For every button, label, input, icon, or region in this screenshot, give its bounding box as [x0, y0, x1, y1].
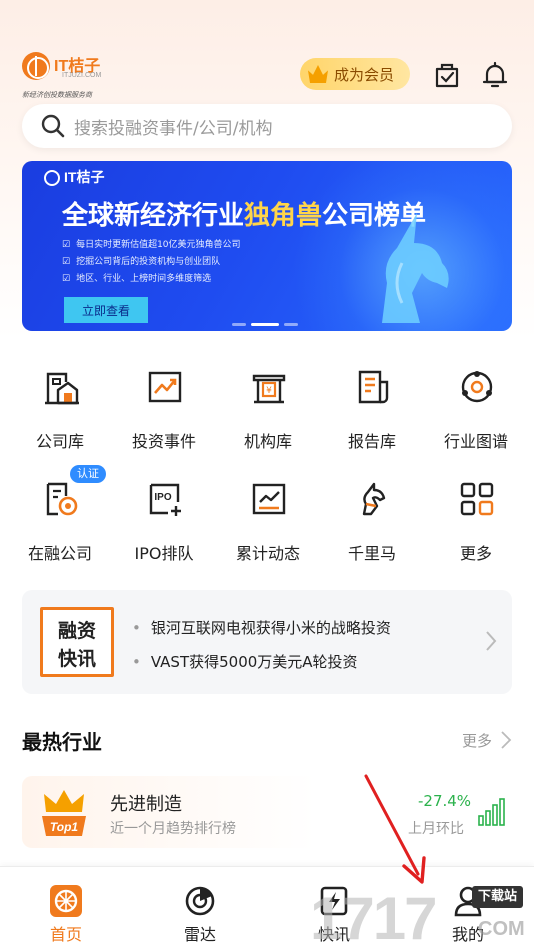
- institution-icon: ¥: [252, 374, 286, 404]
- logo-subtext: ITJUZI.COM: [62, 72, 102, 79]
- chevron-right-icon: [486, 631, 497, 651]
- financing-company-icon: [46, 482, 78, 516]
- grid-label: 千里马: [347, 544, 396, 563]
- orange-logo-icon: [22, 52, 50, 80]
- banner-feature-list: 每日实时更新估值超10亿美元独角兽公司 挖掘公司背后的投资机构与创业团队 地区、…: [62, 237, 241, 288]
- view-now-button[interactable]: 立即查看: [64, 297, 148, 323]
- top1-crown-icon: Top1: [42, 790, 86, 836]
- watermark-badge: 下载站: [472, 886, 524, 908]
- grid-label: IPO排队: [134, 544, 194, 563]
- radar-icon: [185, 886, 215, 916]
- carousel-indicator: [232, 323, 298, 326]
- grid-label: 更多: [459, 544, 492, 563]
- investment-chart-icon: [148, 371, 182, 403]
- news-item[interactable]: VAST获得5000万美元A轮投资: [132, 651, 358, 672]
- svg-text:IPO: IPO: [154, 492, 171, 503]
- news-tag-line: 融资: [57, 620, 96, 642]
- banner-logo: IT桔子: [44, 167, 154, 189]
- carousel-dot-active[interactable]: [251, 323, 279, 326]
- trend-icon: [252, 483, 286, 515]
- red-arrow-annotation: [364, 774, 426, 884]
- tab-label: 首页: [49, 925, 82, 944]
- watermark-number: 1717: [310, 885, 437, 950]
- grid-label: 报告库: [347, 432, 396, 451]
- section-title: 最热行业: [22, 730, 102, 754]
- industry-name: 先进制造: [110, 794, 182, 815]
- grid-label: 在融公司: [27, 544, 92, 563]
- industry-map-icon: [461, 371, 493, 403]
- grid-item-more[interactable]: 更多: [424, 470, 528, 570]
- grid-label: 机构库: [243, 432, 292, 451]
- grid-label: 累计动态: [235, 544, 300, 563]
- grid-item-dark-horse[interactable]: 千里马: [320, 470, 424, 570]
- banner-feature: 每日实时更新估值超10亿美元独角兽公司: [62, 237, 240, 254]
- financing-news-card[interactable]: 融资 快讯 银河互联网电视获得小米的战略投资 VAST获得5000万美元A轮投资: [22, 590, 512, 694]
- app-logo: IT桔子 ITJUZI.COM 新经济创投数据服务商: [22, 50, 112, 102]
- site-watermark: 1717 下载站 COM: [310, 880, 534, 950]
- financing-news-tag: 融资 快讯: [40, 607, 114, 677]
- search-placeholder: 搜索投融资事件/公司/机构: [74, 118, 273, 139]
- tab-radar[interactable]: 雷达: [150, 867, 250, 950]
- banner-feature: 地区、行业、上榜时间多维度筛选: [62, 271, 241, 288]
- grid-label: 行业图谱: [443, 432, 508, 451]
- rank-label: Top1: [50, 820, 79, 834]
- grid-item-institution-library[interactable]: ¥ 机构库: [216, 358, 320, 458]
- carousel-dot[interactable]: [284, 323, 298, 326]
- grid-item-cumulative-trends[interactable]: 累计动态: [216, 470, 320, 570]
- news-item[interactable]: 银河互联网电视获得小米的战略投资: [132, 617, 391, 638]
- app-header: IT桔子 ITJUZI.COM 新经济创投数据服务商 成为会员: [0, 40, 534, 100]
- banner-feature: 挖掘公司背后的投资机构与创业团队: [62, 254, 241, 271]
- unicorn-icon: [382, 213, 449, 323]
- tab-home[interactable]: 首页: [16, 867, 116, 950]
- search-bar[interactable]: 搜索投融资事件/公司/机构: [22, 104, 512, 148]
- chevron-right-icon[interactable]: [500, 730, 512, 750]
- grid-item-ipo-queue[interactable]: IPO IPO排队: [112, 470, 216, 570]
- report-icon: [358, 370, 389, 404]
- company-library-icon: [45, 372, 79, 405]
- become-member-label: 成为会员: [334, 65, 395, 84]
- unicorn-banner[interactable]: IT桔子 全球新经济行业独角兽公司榜单 每日实时更新估值超10亿美元独角兽公司 …: [22, 161, 512, 331]
- carousel-dot[interactable]: [232, 323, 246, 326]
- certified-badge: 认证: [70, 465, 106, 483]
- grid-item-investment-events[interactable]: 投资事件: [112, 358, 216, 458]
- more-link[interactable]: 更多: [462, 730, 492, 751]
- watermark-domain: COM: [478, 918, 525, 940]
- signal-bars-icon: [478, 798, 505, 826]
- grid-label: 公司库: [35, 432, 84, 451]
- search-icon: [41, 114, 65, 138]
- become-member-button[interactable]: 成为会员: [300, 58, 410, 90]
- grid-item-report-library[interactable]: 报告库: [320, 358, 424, 458]
- home-orange-icon: [50, 885, 82, 917]
- ipo-icon: IPO: [149, 483, 181, 516]
- crown-icon: [308, 65, 328, 83]
- bell-icon[interactable]: [480, 60, 510, 90]
- app-screen: IT桔子 ITJUZI.COM 新经济创投数据服务商 成为会员 搜索投融资事件/…: [0, 0, 534, 950]
- grid-item-financing-companies[interactable]: 认证 在融公司: [8, 465, 112, 570]
- grid-item-company-library[interactable]: 公司库: [8, 358, 112, 458]
- industry-subtitle: 近一个月趋势排行榜: [110, 821, 236, 837]
- logo-tagline: 新经济创投数据服务商: [22, 91, 92, 99]
- grid-item-industry-map[interactable]: 行业图谱: [424, 358, 528, 458]
- tab-label: 雷达: [183, 925, 216, 944]
- grid-label: 投资事件: [131, 432, 196, 451]
- horse-icon: [362, 482, 386, 516]
- more-grid-icon: [460, 482, 494, 516]
- news-tag-line: 快讯: [57, 648, 96, 670]
- checklist-bag-icon[interactable]: [432, 60, 462, 90]
- svg-text:¥: ¥: [266, 386, 272, 396]
